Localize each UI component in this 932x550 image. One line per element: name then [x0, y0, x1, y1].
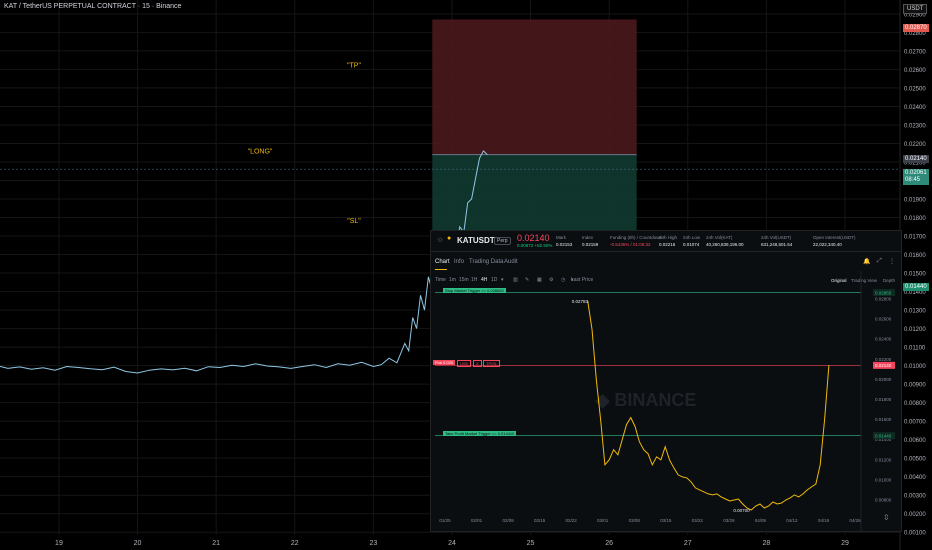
- take-profit-order[interactable]: Take Profit Market Trigger <= 0.014410: [443, 431, 517, 436]
- inset-x-tick-label: 03/22: [692, 518, 704, 523]
- inset-y-tick-label: 0.01800: [875, 397, 892, 402]
- y-tick-label: 0.00100: [904, 531, 926, 537]
- scale-icon[interactable]: ⇳: [883, 513, 890, 522]
- y-tick-label: 0.00400: [904, 475, 926, 481]
- y-tick-label: 0.01300: [904, 309, 926, 315]
- y-tick-label: 0.01100: [904, 346, 926, 352]
- x-tick-label: 24: [448, 540, 456, 547]
- x-tick-label: 23: [369, 540, 377, 547]
- current-price-tag: 0.02061 08:45: [903, 169, 929, 185]
- inset-x-tick-label: 04/05: [755, 518, 767, 523]
- inset-y-tick-label: 0.02600: [875, 317, 892, 322]
- y-tick-label: 0.02700: [904, 49, 926, 55]
- inset-x-tick-label: 02/01: [471, 518, 483, 523]
- y-tick-label: 0.02600: [904, 68, 926, 74]
- binance-watermark: ◆ BINANCE: [595, 390, 697, 410]
- entry-usd-button[interactable]: USD: [457, 360, 472, 367]
- inset-y-tick-label: 0.02800: [875, 297, 892, 302]
- x-tick-label: 26: [605, 540, 613, 547]
- y-tick-label: 0.02200: [904, 142, 926, 148]
- inset-x-tick-label: 03/15: [660, 518, 672, 523]
- last-price-tag: 0.02140: [903, 155, 929, 163]
- inset-x-tick-label: 04/12: [786, 518, 798, 523]
- x-tick-label: 20: [134, 540, 142, 547]
- x-tick-label: 27: [684, 540, 692, 547]
- y-tick-label: 0.00500: [904, 457, 926, 463]
- y-tick-label: 0.01900: [904, 198, 926, 204]
- stop-market-order[interactable]: Stop Market Trigger >= 0.028650: [443, 288, 506, 293]
- inset-x-tick-label: 02/08: [502, 518, 514, 523]
- x-tick-label: 21: [212, 540, 220, 547]
- inset-x-tick-label: 02/15: [534, 518, 546, 523]
- y-tick-label: 0.00700: [904, 420, 926, 426]
- y-tick-label: 0.01800: [904, 216, 926, 222]
- price-series-line: [0, 150, 488, 374]
- y-tick-label: 0.01000: [904, 364, 926, 370]
- tp-price-tag-inset: 0.01440: [875, 433, 892, 438]
- y-tick-label: 0.02300: [904, 123, 926, 129]
- x-tick-label: 22: [291, 540, 299, 547]
- y-tick-label: 0.02500: [904, 86, 926, 92]
- inset-y-tick-label: 0.01000: [875, 477, 892, 482]
- inset-y-tick-label: 0.02400: [875, 337, 892, 342]
- binance-screenshot-panel: ☆ ● KATUSDT Perp 0.02140 0.00872 +82.50%…: [430, 230, 902, 532]
- inset-x-tick-label: 04/19: [818, 518, 830, 523]
- inset-x-tick-label: 03/08: [629, 518, 641, 523]
- entry-position-order[interactable]: Pos 0.020: [433, 360, 456, 365]
- x-tick-label: 29: [841, 540, 849, 547]
- entry-close-button[interactable]: X: [473, 360, 482, 367]
- y-tick-label: 0.00800: [904, 401, 926, 407]
- tp-label: "TP": [347, 63, 361, 70]
- inset-y-tick-label: 0.00800: [875, 497, 892, 502]
- stop-price-tag: 0.02865: [875, 290, 892, 295]
- sl-label: "SL": [347, 218, 361, 225]
- y-tick-label: 0.00300: [904, 494, 926, 500]
- take-profit-zone: [432, 19, 637, 155]
- chart-title: KAT / TetherUS PERPETUAL CONTRACT · 15 ·…: [4, 3, 182, 10]
- inset-y-tick-label: 0.02000: [875, 377, 892, 382]
- inset-y-tick-label: 0.01200: [875, 457, 892, 462]
- x-tick-label: 28: [762, 540, 770, 547]
- inset-x-tick-label: 02/22: [566, 518, 578, 523]
- y-tick-label: 0.01700: [904, 235, 926, 241]
- y-tick-label: 0.01600: [904, 253, 926, 259]
- long-label: "LONG": [248, 149, 273, 156]
- y-tick-label: 0.01200: [904, 327, 926, 333]
- sl-price-tag: 0.01440: [903, 283, 929, 291]
- inset-x-tick-label: 04/26: [849, 518, 861, 523]
- low-annotation: 0.00700: [733, 508, 750, 513]
- inset-x-tick-label: 01/25: [439, 518, 451, 523]
- inset-chart[interactable]: ◆ BINANCE 0.02783 0.00700 0.02800 0.02600 0.0…: [431, 231, 901, 531]
- x-tick-label: 25: [527, 540, 535, 547]
- inset-y-tick-label: 0.02200: [875, 357, 892, 362]
- y-tick-label: 0.01500: [904, 272, 926, 278]
- y-tick-label: 0.00200: [904, 512, 926, 518]
- entry-tpsl-button[interactable]: TP/SL: [483, 360, 501, 367]
- y-tick-label: 0.00600: [904, 438, 926, 444]
- inset-y-tick-label: 0.01600: [875, 417, 892, 422]
- last-price-tag-inset: 0.02140: [875, 363, 892, 368]
- current-price-value: 0.02061: [905, 170, 927, 176]
- y-tick-label: 0.00900: [904, 383, 926, 389]
- currency-button[interactable]: USDT: [903, 4, 928, 14]
- countdown-value: 08:45: [905, 177, 921, 183]
- tp-price-tag: 0.02870: [903, 24, 929, 32]
- inset-x-tick-label: 03/29: [723, 518, 735, 523]
- inset-x-tick-label: 03/01: [597, 518, 609, 523]
- high-annotation: 0.02783: [572, 299, 589, 304]
- y-tick-label: 0.02400: [904, 105, 926, 111]
- x-tick-label: 19: [55, 540, 63, 547]
